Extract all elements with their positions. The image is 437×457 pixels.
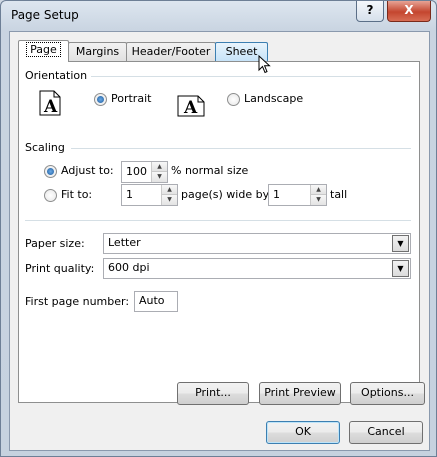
tab-sheet-label: Sheet <box>225 45 258 58</box>
fit-wide-value: 1 <box>126 188 133 201</box>
paper-size-label: Paper size: <box>25 237 85 250</box>
spin-up-icon[interactable]: ▲ <box>162 185 177 195</box>
orientation-group-title: Orientation <box>25 69 88 82</box>
pages-wide-by-label: page(s) wide by <box>181 188 270 201</box>
chevron-down-icon[interactable]: ▼ <box>392 235 409 252</box>
print-quality-label: Print quality: <box>25 262 95 275</box>
tab-margins-label: Margins <box>75 45 120 58</box>
help-button[interactable]: ? <box>356 1 384 22</box>
portrait-icon-letter: A <box>43 97 58 116</box>
first-page-number-input[interactable]: Auto <box>134 291 178 312</box>
fit-to-label[interactable]: Fit to: <box>61 188 92 201</box>
mouse-pointer-icon <box>258 55 271 74</box>
spin-up-icon[interactable]: ▲ <box>152 162 167 172</box>
tab-page[interactable]: Page <box>18 40 69 62</box>
print-preview-button[interactable]: Print Preview <box>259 382 341 405</box>
landscape-icon-letter: A <box>183 98 198 117</box>
landscape-label[interactable]: Landscape <box>244 92 303 105</box>
tab-header-footer[interactable]: Header/Footer <box>126 42 216 61</box>
print-quality-value: 600 dpi <box>108 261 150 274</box>
portrait-radio[interactable] <box>94 93 107 106</box>
print-quality-select[interactable]: 600 dpi ▼ <box>103 258 411 279</box>
tall-label: tall <box>330 188 348 201</box>
landscape-radio[interactable] <box>227 93 240 106</box>
dialog-title: Page Setup <box>11 8 79 22</box>
fit-wide-spinner[interactable]: 1 ▲ ▼ <box>121 184 178 206</box>
adjust-percent-value: 100 <box>126 165 147 178</box>
fit-tall-value: 1 <box>273 188 280 201</box>
fit-tall-spinner[interactable]: 1 ▲ ▼ <box>268 184 327 206</box>
landscape-page-icon: A <box>177 95 205 117</box>
options-button[interactable]: Options... <box>350 382 425 405</box>
paper-size-select[interactable]: Letter ▼ <box>103 233 411 254</box>
adjust-to-radio[interactable] <box>44 165 57 178</box>
portrait-label-text: Portrait <box>111 92 152 105</box>
normal-size-label: % normal size <box>171 164 249 177</box>
dialog-client-area: Page Margins Header/Footer Sheet Orienta… <box>9 31 430 451</box>
tab-margins[interactable]: Margins <box>68 42 127 61</box>
portrait-page-icon: A <box>39 90 61 116</box>
fit-to-radio[interactable] <box>44 189 57 202</box>
portrait-label[interactable]: Portrait <box>111 92 151 105</box>
spin-down-icon[interactable]: ▼ <box>152 172 167 182</box>
spin-up-icon[interactable]: ▲ <box>311 185 326 195</box>
tab-header-footer-label: Header/Footer <box>131 45 211 58</box>
title-bar: Page Setup ? X <box>1 1 436 31</box>
scaling-bottom-separator <box>25 220 411 221</box>
first-page-number-value: Auto <box>139 294 165 307</box>
page-setup-dialog: Page Setup ? X Page Margins Header/Foote… <box>0 0 437 457</box>
first-page-number-label: First page number: <box>25 295 130 308</box>
landscape-label-text: Landscape <box>244 92 304 105</box>
scaling-group-title: Scaling <box>25 141 65 154</box>
spin-down-icon[interactable]: ▼ <box>162 195 177 205</box>
adjust-to-label[interactable]: Adjust to: <box>61 164 114 177</box>
print-button[interactable]: Print... <box>177 382 249 405</box>
paper-size-value: Letter <box>108 236 141 249</box>
spin-down-icon[interactable]: ▼ <box>311 195 326 205</box>
page-tab-panel: Orientation A Portrait A Landscape Scali… <box>18 61 425 405</box>
ok-button[interactable]: OK <box>266 421 340 444</box>
scaling-separator <box>71 148 411 149</box>
chevron-down-icon[interactable]: ▼ <box>392 260 409 277</box>
cancel-button[interactable]: Cancel <box>349 421 423 444</box>
tab-page-label: Page <box>26 42 61 57</box>
close-button[interactable]: X <box>387 1 431 22</box>
orientation-separator <box>91 76 411 77</box>
adjust-percent-spinner[interactable]: 100 ▲ ▼ <box>121 161 168 183</box>
